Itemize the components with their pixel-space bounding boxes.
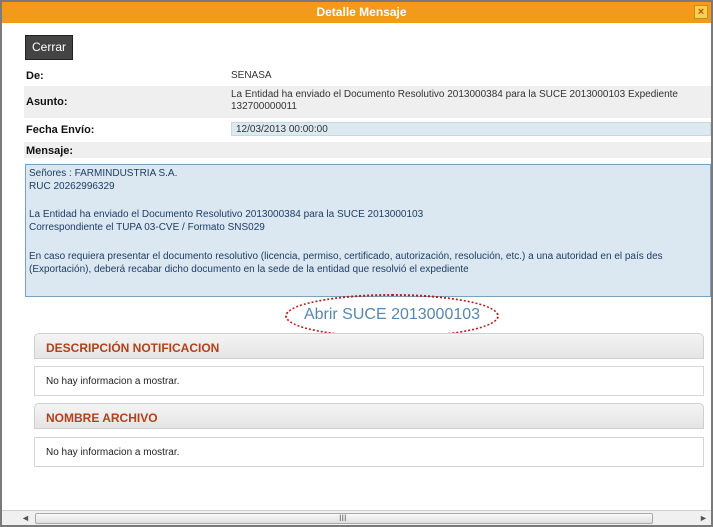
grip-icon: III <box>339 513 347 523</box>
panel-header-label: NOMBRE ARCHIVO <box>46 411 158 425</box>
de-label: De: <box>26 70 44 82</box>
de-value: SENASA <box>231 70 272 81</box>
message-detail-dialog: Detalle Mensaje × Cerrar De: SENASA Asun… <box>0 0 713 527</box>
close-icon[interactable]: × <box>694 5 708 19</box>
dialog-title: Detalle Mensaje <box>316 5 407 19</box>
open-suce-highlight: Abrir SUCE 2013000103 <box>285 294 499 338</box>
message-line: (Exportación), deberá recabar dicho docu… <box>29 264 469 275</box>
message-line: La Entidad ha enviado el Documento Resol… <box>29 209 424 220</box>
message-line: En caso requiera presentar el documento … <box>29 251 663 262</box>
panel-body-descripcion: No hay informacion a mostrar. <box>34 366 704 396</box>
asunto-label: Asunto: <box>26 96 68 108</box>
panel-header-label: DESCRIPCIÓN NOTIFICACION <box>46 341 220 355</box>
scrollbar-thumb[interactable]: III <box>35 513 653 524</box>
panel-body-archivo: No hay informacion a mostrar. <box>34 437 704 467</box>
close-button[interactable]: Cerrar <box>25 35 73 60</box>
scroll-left-icon[interactable]: ◄ <box>18 511 33 526</box>
field-row-asunto: Asunto: La Entidad ha enviado el Documen… <box>24 86 711 118</box>
field-row-fecha: Fecha Envío: 12/03/2013 00:00:00 <box>24 122 711 137</box>
field-row-mensaje: Mensaje: <box>24 142 711 158</box>
fecha-label: Fecha Envío: <box>26 124 95 136</box>
message-line: Señores : FARMINDUSTRIA S.A. <box>29 168 178 179</box>
horizontal-scrollbar[interactable]: ◄ III ► <box>2 510 711 525</box>
message-textarea[interactable]: Señores : FARMINDUSTRIA S.A. RUC 2026299… <box>25 164 711 297</box>
mensaje-label: Mensaje: <box>26 145 74 157</box>
fecha-field: 12/03/2013 00:00:00 <box>231 122 711 136</box>
message-line: RUC 20262996329 <box>29 181 115 192</box>
panel-header-archivo[interactable]: NOMBRE ARCHIVO <box>34 403 704 429</box>
asunto-value: La Entidad ha enviado el Documento Resol… <box>231 89 678 112</box>
empty-message: No hay informacion a mostrar. <box>46 447 180 458</box>
fecha-value: 12/03/2013 00:00:00 <box>236 124 328 135</box>
title-bar[interactable]: Detalle Mensaje × <box>2 2 711 23</box>
empty-message: No hay informacion a mostrar. <box>46 376 180 387</box>
message-line: Correspondiente el TUPA 03-CVE / Formato… <box>29 222 265 233</box>
panel-header-descripcion[interactable]: DESCRIPCIÓN NOTIFICACION <box>34 333 704 359</box>
field-row-de: De: SENASA <box>24 68 711 83</box>
open-suce-link[interactable]: Abrir SUCE 2013000103 <box>285 306 499 324</box>
scroll-right-icon[interactable]: ► <box>696 511 711 526</box>
